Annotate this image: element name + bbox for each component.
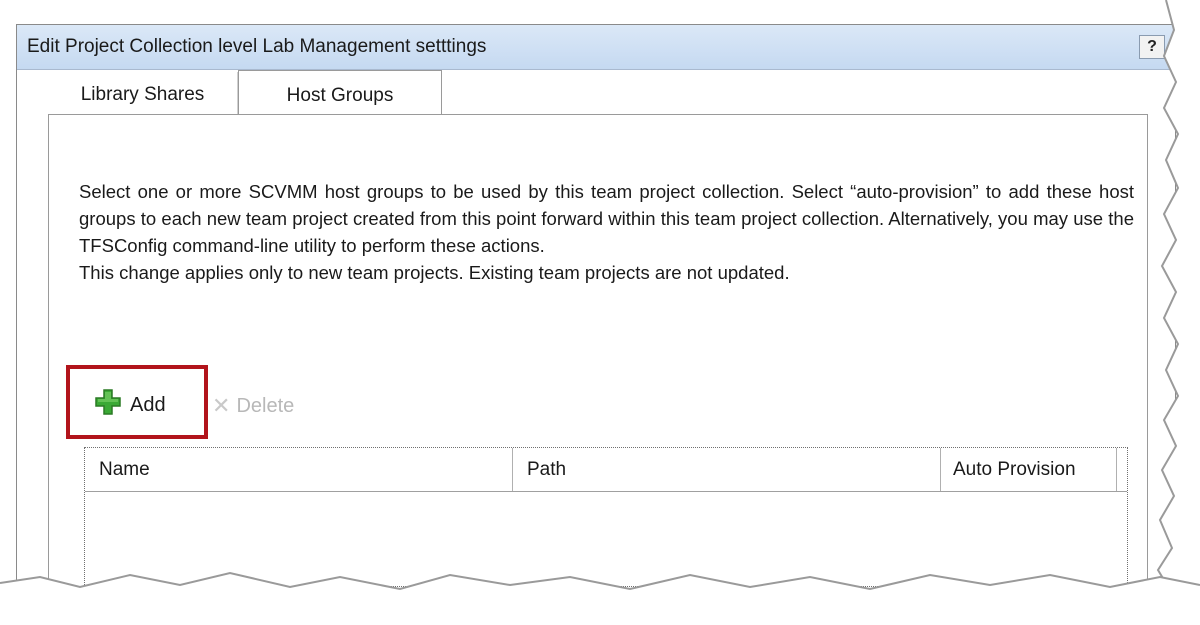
- add-button-label: Add: [130, 393, 166, 416]
- column-header-path[interactable]: Path: [513, 448, 941, 491]
- description-paragraph-2: This change applies only to new team pro…: [79, 262, 790, 283]
- plus-icon: [94, 388, 122, 422]
- description-text: Select one or more SCVMM host groups to …: [79, 178, 1134, 286]
- description-paragraph-1: Select one or more SCVMM host groups to …: [79, 181, 1134, 256]
- column-header-name[interactable]: Name: [85, 448, 513, 491]
- dialog-title: Edit Project Collection level Lab Manage…: [27, 36, 487, 57]
- tab-host-groups[interactable]: Host Groups: [238, 70, 442, 116]
- torn-edge-right: [1156, 0, 1200, 612]
- torn-edge-bottom: [0, 571, 1200, 625]
- delete-x-icon: ✕: [212, 393, 231, 418]
- delete-button-label: Delete: [236, 394, 295, 417]
- add-button[interactable]: Add: [94, 388, 166, 422]
- delete-button[interactable]: ✕ Delete: [212, 390, 294, 422]
- table-header: Name Path Auto Provision: [85, 448, 1127, 492]
- title-bar: Edit Project Collection level Lab Manage…: [17, 25, 1175, 70]
- tab-library-shares[interactable]: Library Shares: [48, 72, 238, 116]
- column-header-auto-provision[interactable]: Auto Provision: [941, 448, 1117, 491]
